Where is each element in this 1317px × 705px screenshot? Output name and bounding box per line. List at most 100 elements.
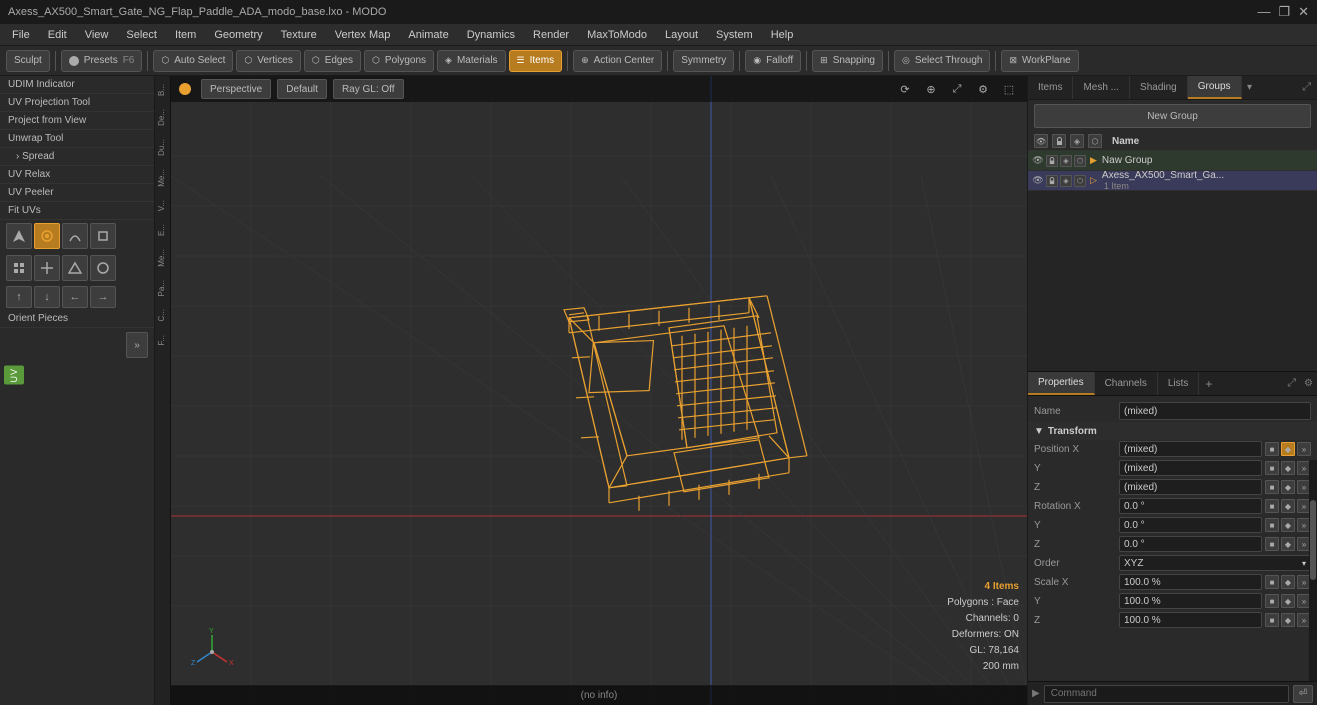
workplane-button[interactable]: ⊠ WorkPlane (1001, 50, 1078, 72)
uv-projection-tool[interactable]: UV Projection Tool (0, 94, 154, 112)
rot-z-lock-icon[interactable]: ■ (1265, 537, 1279, 551)
tool-icon-6[interactable] (34, 255, 60, 281)
pos-z-key-icon[interactable]: ◆ (1281, 480, 1295, 494)
menu-maxtomodo[interactable]: MaxToModo (579, 27, 655, 43)
tab-items[interactable]: Items (1028, 76, 1073, 99)
menu-view[interactable]: View (77, 27, 117, 43)
vp-icon-rotate[interactable]: ⟳ (895, 79, 915, 99)
menu-texture[interactable]: Texture (273, 27, 325, 43)
orient-pieces-tool[interactable]: Orient Pieces (0, 310, 154, 328)
close-button[interactable]: ✕ (1298, 4, 1309, 20)
rotation-x-input[interactable]: 0.0 ° (1119, 498, 1262, 514)
maximize-button[interactable]: ❐ (1278, 4, 1290, 20)
scale-y-lock-icon[interactable]: ■ (1265, 594, 1279, 608)
command-execute-btn[interactable]: ⏎ (1293, 685, 1313, 703)
snapping-button[interactable]: ⊞ Snapping (812, 50, 883, 72)
vertices-button[interactable]: ⬡ Vertices (236, 50, 300, 72)
rot-z-key-icon[interactable]: ◆ (1281, 537, 1295, 551)
default-button[interactable]: Default (277, 79, 327, 99)
perspective-button[interactable]: Perspective (201, 79, 271, 99)
falloff-button[interactable]: ◉ Falloff (745, 50, 801, 72)
transform-section-header[interactable]: ▼ Transform (1028, 423, 1317, 440)
pos-x-anim-icon[interactable]: » (1297, 442, 1311, 456)
menu-help[interactable]: Help (763, 27, 802, 43)
prop-tab-add-btn[interactable]: + (1199, 372, 1218, 395)
header-lock-icon[interactable] (1052, 134, 1066, 148)
arrow-down-btn[interactable]: ↓ (34, 286, 60, 308)
menu-render[interactable]: Render (525, 27, 577, 43)
vtab-de[interactable]: De... (155, 103, 170, 132)
menu-animate[interactable]: Animate (400, 27, 456, 43)
rot-x-lock-icon[interactable]: ■ (1265, 499, 1279, 513)
scale-z-lock-icon[interactable]: ■ (1265, 613, 1279, 627)
menu-edit[interactable]: Edit (40, 27, 75, 43)
menu-layout[interactable]: Layout (657, 27, 706, 43)
vp-icon-maximize[interactable]: ⤢ (947, 79, 967, 99)
menu-file[interactable]: File (4, 27, 38, 43)
props-settings-btn[interactable]: ⚙ (1300, 372, 1317, 395)
vp-icon-settings[interactable]: ⚙ (973, 79, 993, 99)
prop-tab-lists[interactable]: Lists (1158, 372, 1200, 395)
rot-y-lock-icon[interactable]: ■ (1265, 518, 1279, 532)
group-eye-icon[interactable]: 👁 (1032, 155, 1044, 167)
vtab-me1[interactable]: Me... (155, 163, 170, 193)
tool-icon-8[interactable] (90, 255, 116, 281)
order-input[interactable]: XYZ ▾ (1119, 555, 1311, 571)
position-x-input[interactable]: (mixed) (1119, 441, 1262, 457)
tool-icon-2[interactable] (34, 223, 60, 249)
vp-icon-zoom[interactable]: ⊕ (921, 79, 941, 99)
pos-y-key-icon[interactable]: ◆ (1281, 461, 1295, 475)
action-center-button[interactable]: ⊕ Action Center (573, 50, 662, 72)
prop-name-value[interactable]: (mixed) (1119, 402, 1311, 420)
group-row-root[interactable]: 👁 ◈ ⬡ ▶ Naw Group (1028, 151, 1317, 171)
vtab-f[interactable]: F... (155, 329, 170, 352)
menu-dynamics[interactable]: Dynamics (459, 27, 523, 43)
vtab-me2[interactable]: Me... (155, 243, 170, 273)
menu-system[interactable]: System (708, 27, 761, 43)
uv-relax-tool[interactable]: UV Relax (0, 166, 154, 184)
position-z-input[interactable]: (mixed) (1119, 479, 1262, 495)
arrow-right-btn[interactable]: → (90, 286, 116, 308)
prop-tab-properties[interactable]: Properties (1028, 372, 1095, 395)
tool-icon-3[interactable] (62, 223, 88, 249)
vtab-b[interactable]: B... (155, 78, 170, 102)
pos-x-lock-icon[interactable]: ■ (1265, 442, 1279, 456)
symmetry-button[interactable]: Symmetry (673, 50, 734, 72)
tool-icon-7[interactable] (62, 255, 88, 281)
fit-uvs-tool[interactable]: Fit UVs (0, 202, 154, 220)
scale-z-input[interactable]: 100.0 % (1119, 612, 1262, 628)
header-eye-icon[interactable]: 👁 (1034, 134, 1048, 148)
group-child-render-icon[interactable]: ◈ (1060, 175, 1072, 187)
props-panel-expand-btn[interactable]: ⤢ (1283, 372, 1300, 395)
header-mesh-icon[interactable]: ⬡ (1088, 134, 1102, 148)
unwrap-tool[interactable]: Unwrap Tool (0, 130, 154, 148)
group-lock-icon[interactable] (1046, 155, 1058, 167)
group-row-child[interactable]: 👁 ◈ ⬡ ▷ Axess_AX500_Smart_Ga... 1 Item (1028, 171, 1317, 191)
vp-icon-expand[interactable]: ⬚ (999, 79, 1019, 99)
menu-item[interactable]: Item (167, 27, 204, 43)
rot-y-key-icon[interactable]: ◆ (1281, 518, 1295, 532)
header-render-icon[interactable]: ◈ (1070, 134, 1084, 148)
prop-tab-channels[interactable]: Channels (1095, 372, 1158, 395)
viewport-dot-icon[interactable] (179, 83, 191, 95)
presets-button[interactable]: Presets F6 (61, 50, 143, 72)
scale-x-input[interactable]: 100.0 % (1119, 574, 1262, 590)
rotation-y-input[interactable]: 0.0 ° (1119, 517, 1262, 533)
group-child-eye-icon[interactable]: 👁 (1032, 175, 1044, 187)
rpanel-expand-btn[interactable]: ⤢ (1296, 76, 1317, 99)
expand-button[interactable]: » (126, 332, 148, 358)
sculpt-button[interactable]: Sculpt (6, 50, 50, 72)
minimize-button[interactable]: — (1257, 4, 1270, 20)
tool-icon-1[interactable] (6, 223, 32, 249)
pos-z-lock-icon[interactable]: ■ (1265, 480, 1279, 494)
arrow-up-btn[interactable]: ↑ (6, 286, 32, 308)
vtab-du[interactable]: Du... (155, 133, 170, 162)
scale-y-key-icon[interactable]: ◆ (1281, 594, 1295, 608)
materials-button[interactable]: ◈ Materials (437, 50, 506, 72)
project-from-view-tool[interactable]: Project from View (0, 112, 154, 130)
command-input[interactable] (1044, 685, 1289, 703)
vtab-v[interactable]: V... (155, 194, 170, 217)
tab-groups[interactable]: Groups (1188, 76, 1242, 99)
group-render-icon[interactable]: ◈ (1060, 155, 1072, 167)
tool-icon-4[interactable] (90, 223, 116, 249)
